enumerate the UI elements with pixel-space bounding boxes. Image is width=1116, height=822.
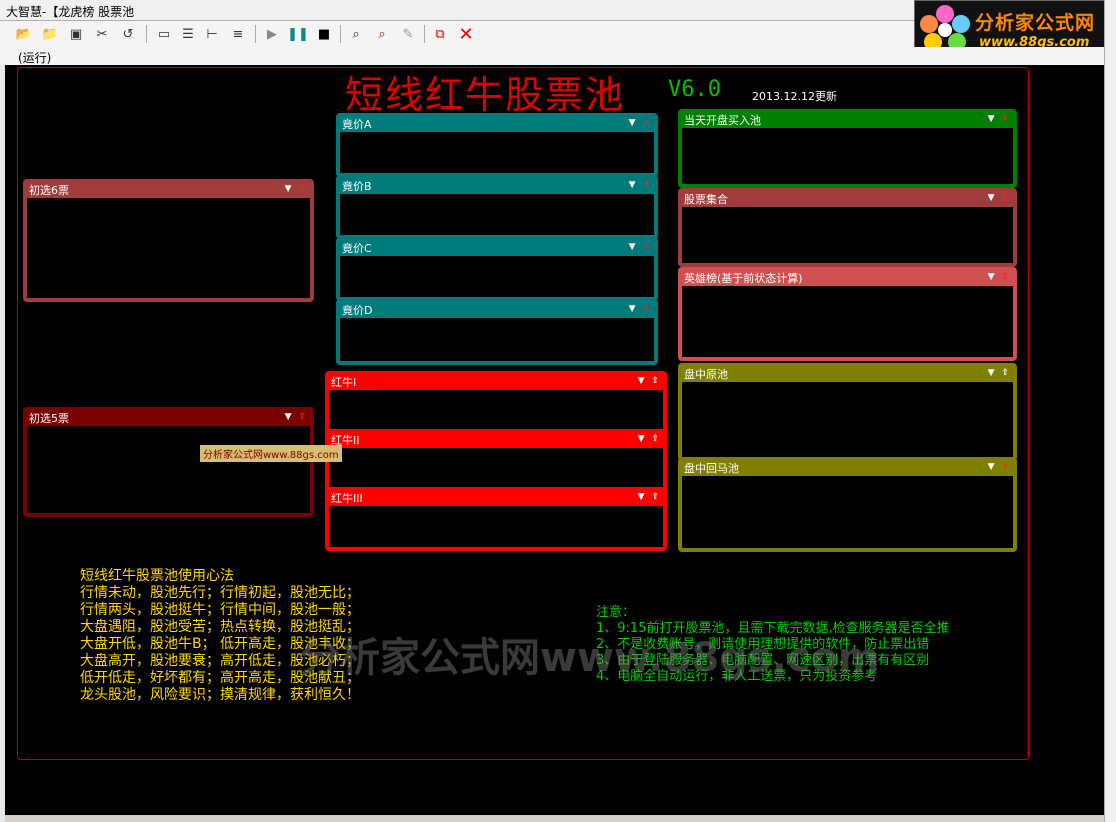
tips-title: 短线红牛股票池使用心法 bbox=[80, 568, 234, 584]
panel-gupiao-jihe[interactable]: 股票集合 ▼ ⇧ bbox=[678, 188, 1017, 267]
panel-header: 红牛III bbox=[329, 491, 663, 506]
undo-icon[interactable]: ↺ bbox=[118, 24, 138, 44]
panel-header: 初选6票 bbox=[27, 183, 310, 198]
layout-3-icon[interactable]: ⊢ bbox=[202, 24, 222, 44]
panel-header: 竟价B bbox=[340, 179, 654, 194]
panel-header: 英雄榜(基于前状态计算) bbox=[682, 271, 1013, 286]
panel-title: 红牛I bbox=[331, 376, 357, 389]
status-row: (运行) bbox=[0, 47, 1116, 65]
panel-title: 股票集合 bbox=[684, 193, 728, 206]
layout-1-icon[interactable]: ▭ bbox=[154, 24, 174, 44]
panel-panzhong-yuan[interactable]: 盘中原池 ▼ ⇧ bbox=[678, 363, 1017, 461]
panel-header: 红牛I bbox=[329, 375, 663, 390]
panel-controls-icon[interactable]: ▼ ⇧ bbox=[638, 376, 661, 386]
stop-icon[interactable]: ■ bbox=[314, 24, 334, 44]
panel-header: 竟价C bbox=[340, 241, 654, 256]
layout-4-icon[interactable]: ≡ bbox=[228, 24, 248, 44]
tips-line: 行情两头，股池挺牛；行情中间，股池一般； bbox=[80, 602, 360, 618]
panel-hongniu-3[interactable]: 红牛III ▼ ⇧ bbox=[325, 487, 667, 551]
panel-yingxiong[interactable]: 英雄榜(基于前状态计算) ▼ ⇧ bbox=[678, 267, 1017, 361]
save-icon[interactable]: ▣ bbox=[66, 24, 86, 44]
panel-jingjia-c[interactable]: 竟价C ▼ ⇧ bbox=[336, 237, 658, 301]
page-title: 短线红牛股票池 bbox=[345, 73, 626, 117]
layout-2-icon[interactable]: ☰ bbox=[178, 24, 198, 44]
panel-controls-icon[interactable]: ▼ ⇧ bbox=[629, 118, 652, 128]
panel-title: 盘中原池 bbox=[684, 368, 728, 381]
panel-controls-icon[interactable]: ▼ ⇧ bbox=[988, 193, 1011, 203]
update-date: 2013.12.12更新 bbox=[752, 90, 837, 103]
export-icon[interactable]: ⧉ bbox=[430, 24, 450, 44]
panel-controls-icon[interactable]: ▼ ⇧ bbox=[629, 304, 652, 314]
panel-controls-icon[interactable]: ▼ ⇧ bbox=[285, 412, 308, 422]
notes-title: 注意： bbox=[596, 605, 636, 620]
right-scrollbar[interactable] bbox=[1104, 0, 1116, 822]
panel-dangtian[interactable]: 当天开盘买入池 ▼ ⇧ bbox=[678, 109, 1017, 188]
toolbar-separator bbox=[424, 25, 425, 43]
tips-line: 龙头股池，风险要识；摸清规律，获利恒久！ bbox=[80, 687, 360, 703]
tips-line: 行情未动，股池先行；行情初起，股池无比； bbox=[80, 585, 360, 601]
panel-title: 竟价C bbox=[342, 242, 372, 255]
edit-icon[interactable]: ✎ bbox=[398, 24, 418, 44]
play-icon[interactable]: ▶ bbox=[262, 24, 282, 44]
panel-controls-icon[interactable]: ▼ ⇧ bbox=[629, 180, 652, 190]
panel-title: 竟价B bbox=[342, 180, 372, 193]
find-red-icon[interactable]: ⌕ bbox=[372, 24, 392, 44]
connect-icon[interactable]: ✂ bbox=[92, 24, 112, 44]
panel-header: 盘中原池 bbox=[682, 367, 1013, 382]
panel-controls-icon[interactable]: ▼ ⇧ bbox=[988, 368, 1011, 378]
panel-controls-icon[interactable]: ▼ ⇧ bbox=[285, 184, 308, 194]
panel-header: 盘中回马池 bbox=[682, 461, 1013, 476]
toolbar-separator bbox=[146, 25, 147, 43]
open-folder-icon[interactable]: 📁 bbox=[40, 24, 60, 44]
new-folder-icon[interactable]: 📂 bbox=[14, 24, 34, 44]
panel-title: 竟价D bbox=[342, 304, 373, 317]
panel-panzhong-huima[interactable]: 盘中回马池 ▼ ⇧ bbox=[678, 457, 1017, 552]
panel-hongniu-2[interactable]: 红牛II ▼ ⇧ bbox=[325, 429, 667, 493]
panel-title: 盘中回马池 bbox=[684, 462, 739, 475]
close-icon[interactable]: ✕ bbox=[456, 24, 476, 45]
panel-controls-icon[interactable]: ▼ ⇧ bbox=[638, 492, 661, 502]
pause-icon[interactable]: ❚❚ bbox=[287, 24, 309, 44]
search-icon[interactable]: ⌕ bbox=[346, 24, 366, 44]
panel-title: 初选6票 bbox=[29, 184, 69, 197]
panel-header: 竟价A bbox=[340, 117, 654, 132]
panel-jingjia-b[interactable]: 竟价B ▼ ⇧ bbox=[336, 175, 658, 239]
panel-jingjia-a[interactable]: 竟价A ▼ ⇧ bbox=[336, 113, 658, 177]
window-title: 大智慧-【龙虎榜 股票池 bbox=[6, 5, 135, 19]
toolbar-separator bbox=[255, 25, 256, 43]
panel-header: 红牛II bbox=[329, 433, 663, 448]
panel-header: 初选5票 bbox=[27, 411, 310, 426]
panel-title: 初选5票 bbox=[29, 412, 69, 425]
watermark-large: 分析家公式网www.88gs.com bbox=[300, 635, 880, 681]
panel-controls-icon[interactable]: ▼ ⇧ bbox=[988, 462, 1011, 472]
panel-controls-icon[interactable]: ▼ ⇧ bbox=[988, 114, 1011, 124]
panel-header: 当天开盘买入池 bbox=[682, 113, 1013, 128]
toolbar-separator bbox=[340, 25, 341, 43]
panel-title: 英雄榜(基于前状态计算) bbox=[684, 272, 803, 285]
panel-hongniu-1[interactable]: 红牛I ▼ ⇧ bbox=[325, 371, 667, 435]
watermark-small: 分析家公式网www.88gs.com bbox=[200, 445, 342, 462]
panel-controls-icon[interactable]: ▼ ⇧ bbox=[638, 434, 661, 444]
logo-text: 分析家公式网 bbox=[975, 12, 1096, 34]
panel-title: 竟价A bbox=[342, 118, 372, 131]
panel-controls-icon[interactable]: ▼ ⇧ bbox=[988, 272, 1011, 282]
panel-chuxuan5[interactable]: 初选5票 ▼ ⇧ bbox=[23, 407, 314, 517]
panel-chuxuan6[interactable]: 初选6票 ▼ ⇧ bbox=[23, 179, 314, 302]
panel-controls-icon[interactable]: ▼ ⇧ bbox=[629, 242, 652, 252]
panel-jingjia-d[interactable]: 竟价D ▼ ⇧ bbox=[336, 299, 658, 365]
panel-title: 红牛III bbox=[331, 492, 363, 505]
panel-header: 股票集合 bbox=[682, 192, 1013, 207]
panel-header: 竟价D bbox=[340, 303, 654, 318]
version-label: V6.0 bbox=[668, 77, 721, 102]
run-status: (运行) bbox=[18, 51, 52, 65]
panel-title: 当天开盘买入池 bbox=[684, 114, 761, 127]
